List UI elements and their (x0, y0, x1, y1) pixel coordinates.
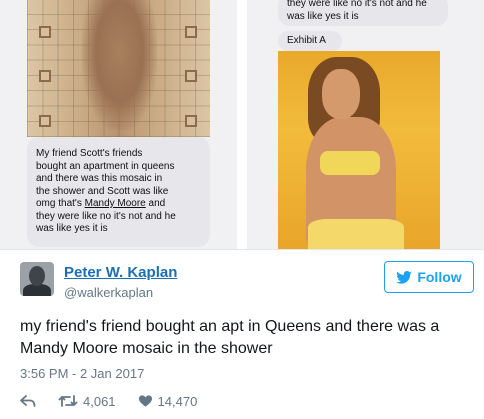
tweet-timestamp[interactable]: 3:56 PM - 2 Jan 2017 (20, 366, 144, 381)
message-line: was like yes it is (287, 10, 359, 22)
reply-button[interactable] (20, 394, 36, 408)
avatar-head (29, 266, 45, 286)
message-line: omg that's Mandy Moore and (36, 198, 201, 211)
message-line: and there was this mosaic in (36, 173, 163, 184)
mosaic-tile-decoration (185, 115, 197, 127)
mosaic-tile-decoration (185, 26, 197, 38)
mosaic-tile-decoration (185, 70, 197, 82)
message-text: omg that's (36, 198, 85, 209)
follow-button[interactable]: Follow (384, 261, 474, 293)
mosaic-photo (27, 0, 210, 137)
message-line: they were like no it's not and he (36, 210, 176, 222)
mosaic-tile-decoration (39, 115, 51, 127)
author-handle[interactable]: @walkerkaplan (64, 285, 153, 300)
message-bubble: they were like no it's not and he was li… (278, 0, 448, 26)
message-link[interactable]: Mandy Moore (85, 198, 146, 209)
photo-sarong (308, 219, 404, 249)
message-bubble: My friend Scott's friends bought an apar… (27, 137, 210, 247)
mosaic-tile-decoration (39, 70, 51, 82)
divider (0, 249, 484, 250)
mandy-moore-photo (278, 51, 440, 249)
message-line: the shower and Scott was like (36, 185, 169, 197)
twitter-bird-icon (396, 270, 413, 284)
message-line: they were like no it's not and he (287, 0, 427, 9)
media-image-left[interactable]: My friend Scott's friends bought an apar… (0, 0, 237, 249)
exhibit-label-bubble: Exhibit A (278, 31, 342, 51)
retweet-icon (58, 395, 78, 407)
message-line: My friend Scott's friends (36, 148, 143, 159)
message-line: bought an apartment in queens (36, 160, 175, 172)
heart-icon (138, 395, 152, 407)
like-button[interactable]: 14,470 (138, 393, 198, 409)
avatar[interactable] (20, 262, 54, 296)
photo-face (322, 69, 360, 119)
message-line: was like yes it is (36, 223, 108, 234)
retweet-count: 4,061 (83, 393, 116, 409)
photo-swimsuit-top (320, 151, 380, 175)
reply-icon (20, 395, 36, 407)
message-text: and (145, 198, 166, 209)
follow-label: Follow (417, 269, 462, 285)
tweet-actions: 4,061 14,470 (20, 391, 219, 411)
mosaic-tile-decoration (39, 26, 51, 38)
exhibit-label: Exhibit A (287, 35, 326, 46)
mosaic-figure (82, 0, 157, 130)
retweet-button[interactable]: 4,061 (58, 394, 116, 409)
like-count: 14,470 (157, 393, 198, 409)
author-name[interactable]: Peter W. Kaplan (64, 264, 177, 281)
tweet-text: my friend's friend bought an apt in Quee… (20, 318, 440, 357)
